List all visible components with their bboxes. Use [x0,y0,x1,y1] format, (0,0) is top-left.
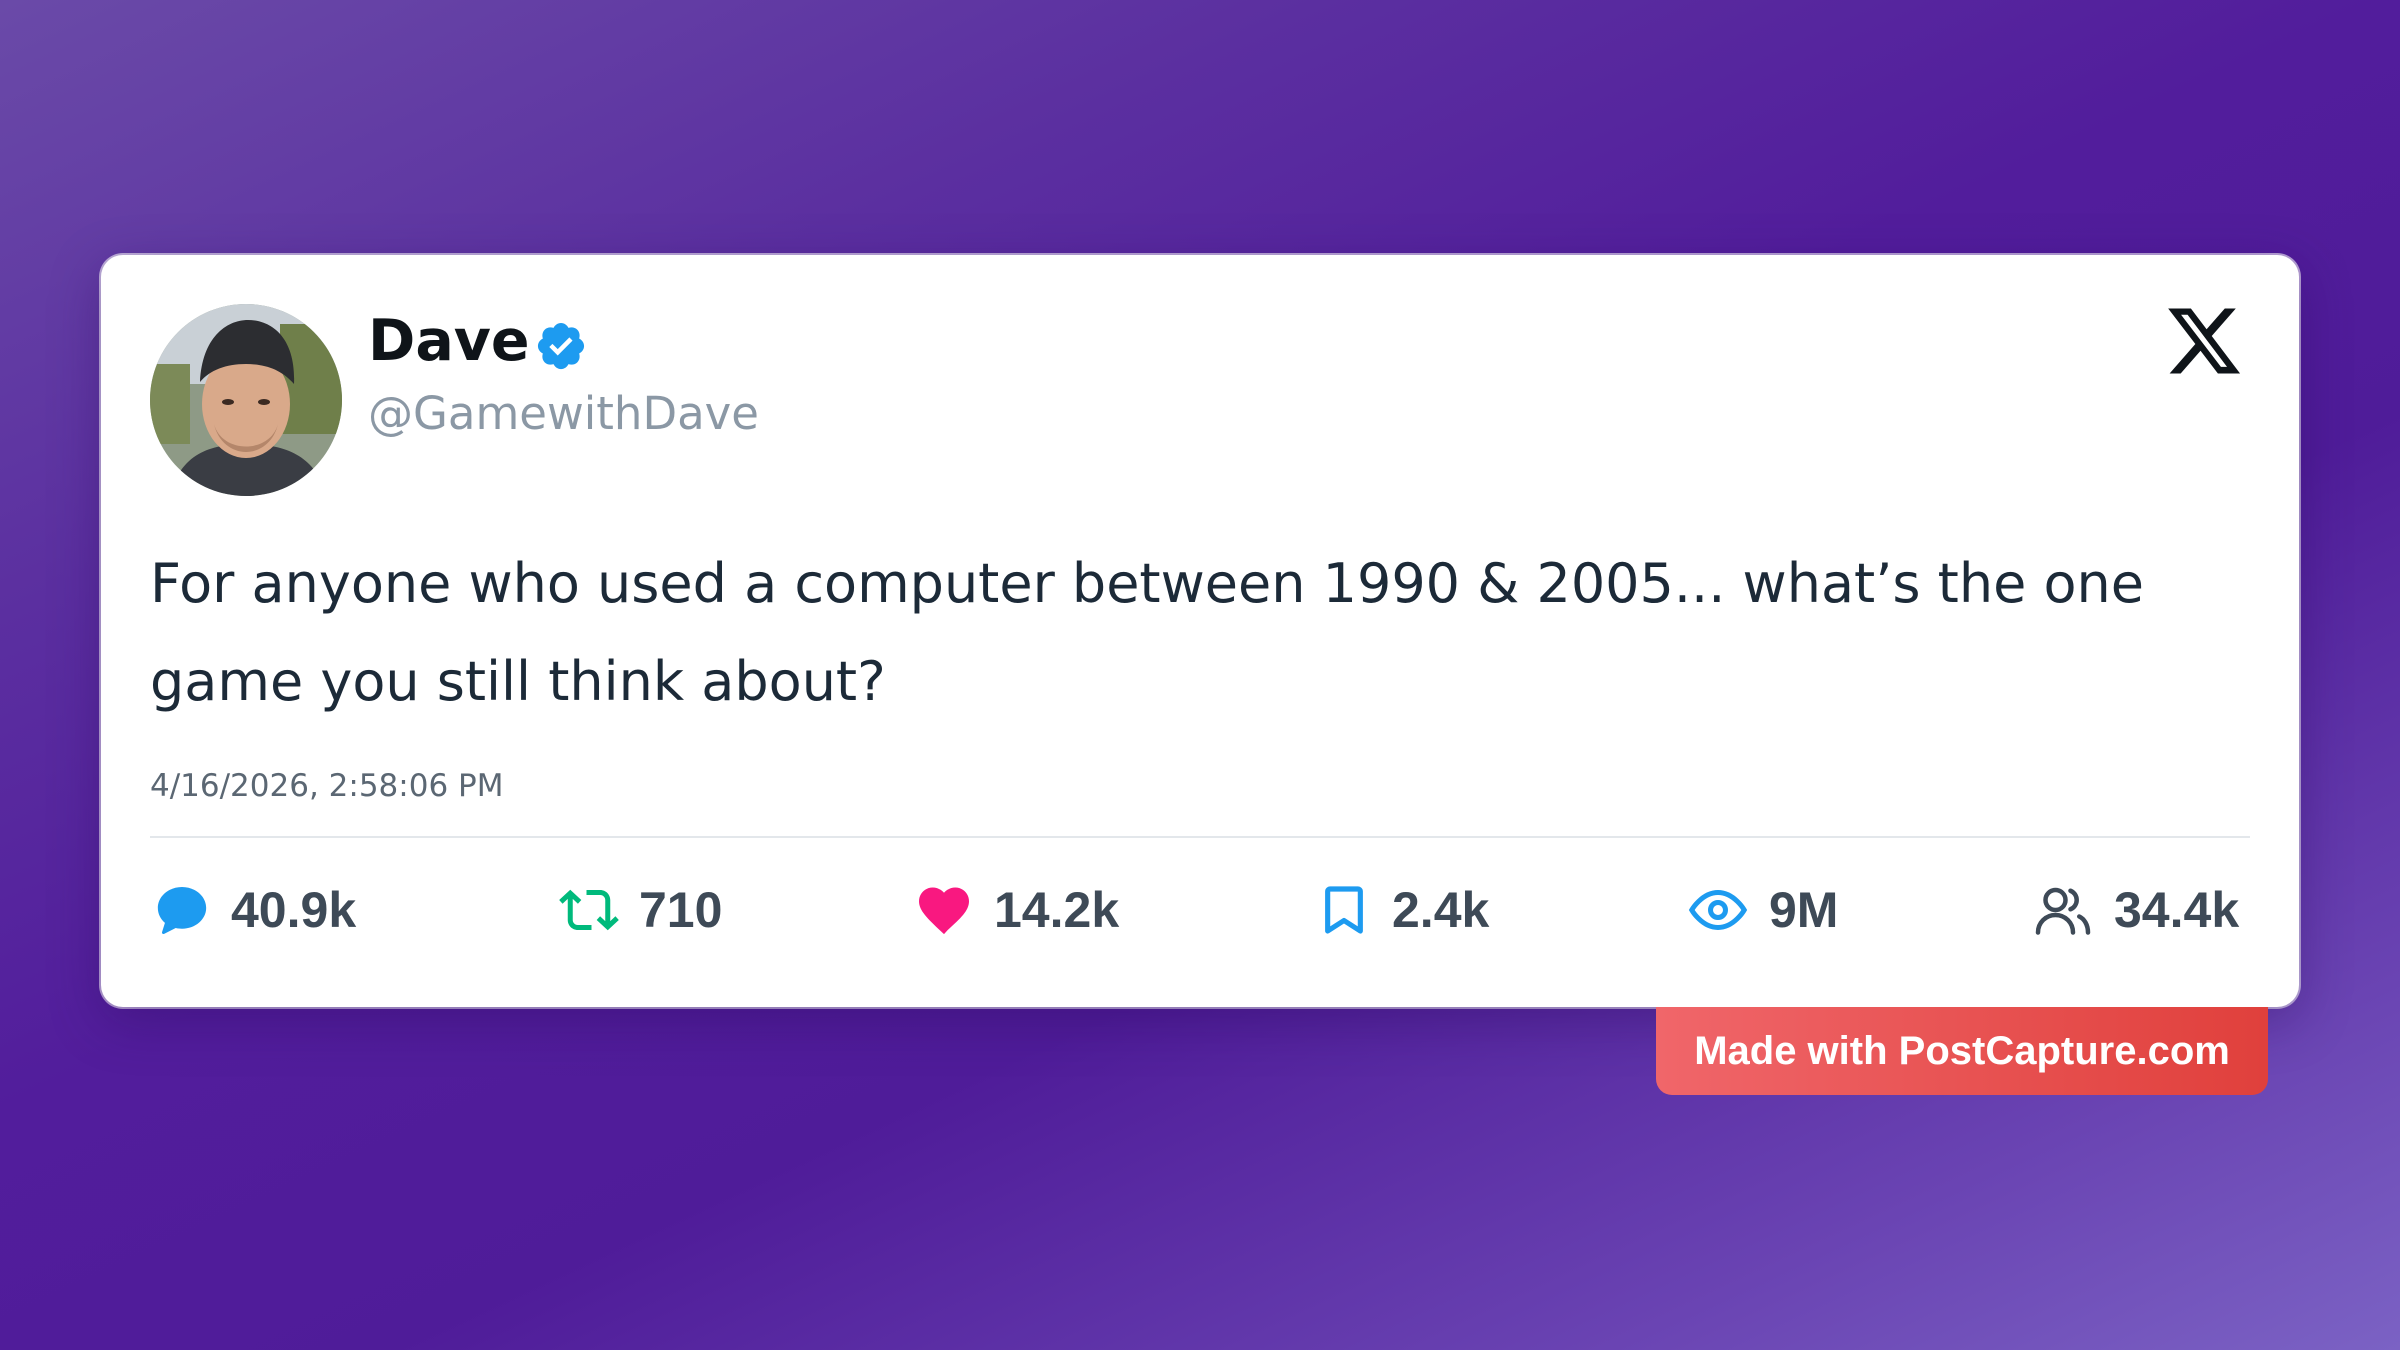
like-count: 14.2k [994,882,1120,938]
followers-count: 34.4k [2114,882,2240,938]
x-logo-icon[interactable] [2161,301,2247,381]
repost-count: 710 [639,882,723,938]
post-text: For anyone who used a computer between 1… [150,552,2144,713]
verified-badge-icon [537,322,585,370]
avatar-photo [150,304,342,496]
views-indicator[interactable]: 9M [1687,875,1838,945]
followers-indicator[interactable]: 34.4k [2032,875,2239,945]
reply-button[interactable]: 40.9k [153,875,356,945]
author-display-name[interactable]: Dave [368,313,530,370]
heart-icon [919,887,969,935]
post-timestamp[interactable]: 4/16/2026, 2:58:06 PM [150,771,503,802]
postcapture-watermark[interactable]: Made with PostCapture.com [1656,1007,2268,1095]
repost-icon [559,889,619,931]
post-card: Dave @GamewithDave For anyone who used a… [101,255,2299,1007]
divider [150,836,2250,838]
eye-icon [1688,889,1748,931]
bookmark-button[interactable]: 2.4k [1316,875,1489,945]
avatar[interactable] [150,304,342,496]
reply-count: 40.9k [231,882,357,938]
author-handle[interactable]: @GamewithDave [368,391,759,436]
like-button[interactable]: 14.2k [914,875,1119,945]
reply-bubble-icon [157,887,207,935]
users-icon [2035,887,2091,935]
views-count: 9M [1769,882,1839,938]
bookmark-count: 2.4k [1392,882,1490,938]
bookmark-icon [1325,886,1363,934]
repost-button[interactable]: 710 [559,875,722,945]
